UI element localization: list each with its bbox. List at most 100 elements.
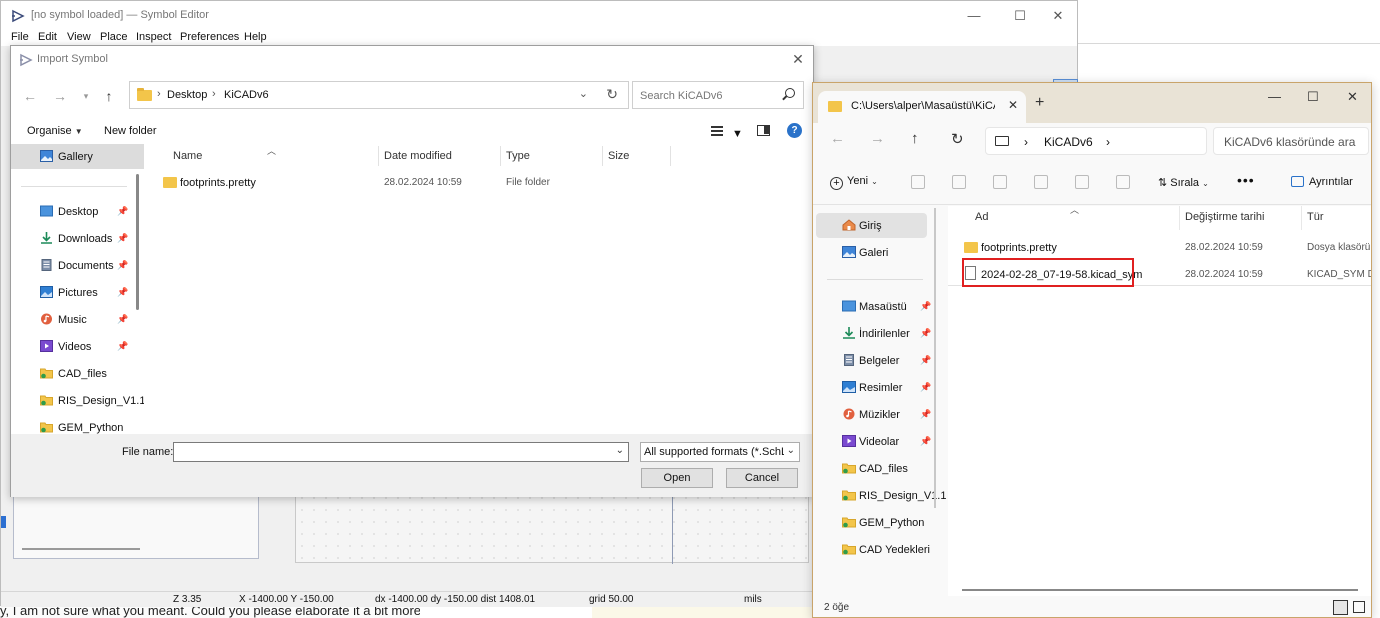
pin-icon[interactable]: 📌: [117, 287, 128, 298]
preview-pane-icon[interactable]: [757, 125, 770, 136]
cut-icon[interactable]: [911, 175, 925, 189]
sidebar-scrollbar[interactable]: [136, 174, 139, 310]
forward-arrow-icon[interactable]: →: [870, 130, 885, 147]
column-header-date[interactable]: Değiştirme tarihi: [1185, 211, 1264, 223]
file-row-name[interactable]: footprints.pretty: [180, 177, 256, 189]
column-header-date[interactable]: Date modified: [384, 150, 452, 162]
menu-preferences[interactable]: Preferences: [180, 31, 239, 43]
sidebar-item-pictures[interactable]: Pictures 📌: [11, 280, 144, 305]
pin-icon[interactable]: 📌: [920, 355, 931, 366]
panel-scrollbar[interactable]: [22, 548, 140, 550]
file-row[interactable]: footprints.pretty 28.02.2024 10:59 Dosya…: [948, 234, 1371, 259]
dialog-close-button[interactable]: ✕: [789, 50, 807, 68]
view-list-icon[interactable]: [711, 126, 723, 136]
sidebar-item-home[interactable]: Giriş: [816, 213, 927, 238]
chevron-down-icon[interactable]: ⌄: [579, 87, 588, 100]
pin-icon[interactable]: 📌: [920, 328, 931, 339]
sidebar-item-gallery[interactable]: Galeri: [816, 240, 927, 265]
explorer-search-input[interactable]: KiCADv6 klasöründe ara: [1213, 127, 1369, 155]
pin-icon[interactable]: 📌: [117, 341, 128, 352]
menu-edit[interactable]: Edit: [38, 31, 57, 43]
sidebar-item-gem-python[interactable]: GEM_Python: [11, 415, 144, 434]
sidebar-item-pictures[interactable]: Resimler 📌: [816, 375, 931, 400]
column-separator[interactable]: [1301, 206, 1302, 230]
sidebar-item-music[interactable]: Müzikler 📌: [816, 402, 931, 427]
column-header-name[interactable]: Name: [173, 150, 202, 162]
sidebar-item-videos[interactable]: Videolar 📌: [816, 429, 931, 454]
explorer-tab[interactable]: C:\Users\alper\Masaüstü\KiCA ✕: [818, 91, 1026, 123]
back-arrow-icon[interactable]: ←: [21, 87, 39, 105]
recent-chevron-icon[interactable]: ▾: [77, 87, 95, 105]
menu-view[interactable]: View: [67, 31, 91, 43]
up-arrow-icon[interactable]: ↑: [100, 87, 118, 105]
sidebar-item-cad-files[interactable]: CAD_files: [816, 456, 927, 481]
refresh-icon[interactable]: ↻: [606, 86, 618, 103]
details-pane-button[interactable]: Ayrıntılar: [1291, 176, 1353, 188]
drawing-canvas[interactable]: [295, 491, 809, 564]
explorer-address-bar[interactable]: › KiCADv6 ›: [985, 127, 1207, 155]
sidebar-item-ris-design[interactable]: RIS_Design_V1.1: [11, 388, 144, 413]
sidebar-item-cad-files[interactable]: CAD_files: [11, 361, 144, 386]
column-separator[interactable]: [1179, 206, 1180, 230]
delete-icon[interactable]: [1116, 175, 1130, 189]
sort-button[interactable]: ⇅ Sırala ⌄: [1158, 176, 1209, 189]
column-header-type[interactable]: Type: [506, 150, 530, 162]
column-header-name[interactable]: Ad: [975, 211, 988, 223]
pin-icon[interactable]: 📌: [117, 314, 128, 325]
chevron-down-icon[interactable]: ▼: [732, 128, 743, 140]
forward-arrow-icon[interactable]: →: [51, 87, 69, 105]
breadcrumb-kicadv6[interactable]: KiCADv6: [1044, 135, 1093, 149]
minimize-button[interactable]: —: [951, 1, 997, 30]
sidebar-item-ris-design[interactable]: RIS_Design_V1.1: [816, 483, 946, 508]
more-options-button[interactable]: •••: [1237, 172, 1255, 188]
tab-close-button[interactable]: ✕: [1008, 98, 1018, 112]
refresh-icon[interactable]: ↻: [951, 130, 964, 148]
sidebar-item-desktop[interactable]: Masaüstü 📌: [816, 294, 931, 319]
close-button[interactable]: ✕: [1347, 89, 1358, 105]
paste-icon[interactable]: [993, 175, 1007, 189]
details-view-icon[interactable]: [1333, 600, 1348, 615]
sidebar-item-downloads[interactable]: Downloads 📌: [11, 226, 144, 251]
maximize-button[interactable]: ☐: [1307, 89, 1319, 105]
menu-place[interactable]: Place: [100, 31, 128, 43]
column-header-size[interactable]: Size: [608, 150, 629, 162]
pin-icon[interactable]: 📌: [117, 260, 128, 271]
sidebar-item-documents[interactable]: Documents 📌: [11, 253, 144, 278]
new-tab-button[interactable]: +: [1035, 94, 1044, 112]
breadcrumb-desktop[interactable]: Desktop: [167, 89, 207, 101]
column-header-type[interactable]: Tür: [1307, 211, 1324, 223]
sidebar-item-gallery[interactable]: Gallery: [11, 144, 144, 169]
up-arrow-icon[interactable]: ↑: [911, 130, 919, 147]
column-separator[interactable]: [500, 146, 501, 166]
breadcrumb-kicadv6[interactable]: KiCADv6: [224, 89, 269, 101]
rename-icon[interactable]: [1034, 175, 1048, 189]
organise-button[interactable]: Organise ▼: [27, 125, 83, 137]
sidebar-item-videos[interactable]: Videos 📌: [11, 334, 144, 359]
pin-icon[interactable]: 📌: [117, 206, 128, 217]
chevron-down-icon[interactable]: ⌄: [616, 445, 624, 456]
horizontal-scrollbar[interactable]: [962, 589, 1358, 591]
share-icon[interactable]: [1075, 175, 1089, 189]
copy-icon[interactable]: [952, 175, 966, 189]
sidebar-item-cad-backups[interactable]: CAD Yedekleri: [816, 537, 930, 562]
pin-icon[interactable]: 📌: [920, 436, 931, 447]
file-type-filter[interactable]: All supported formats (*.SchLib ⌄: [640, 442, 800, 462]
dialog-search-input[interactable]: Search KiCADv6: [632, 81, 804, 109]
dialog-address-bar[interactable]: › Desktop › KiCADv6 ⌄ ↻: [129, 81, 629, 109]
pin-icon[interactable]: 📌: [920, 382, 931, 393]
new-folder-button[interactable]: New folder: [104, 125, 157, 137]
sidebar-item-downloads[interactable]: İndirilenler 📌: [816, 321, 931, 346]
pin-icon[interactable]: 📌: [920, 301, 931, 312]
menu-file[interactable]: File: [11, 31, 29, 43]
tiles-view-icon[interactable]: [1353, 601, 1365, 613]
sidebar-item-documents[interactable]: Belgeler 📌: [816, 348, 931, 373]
cancel-button[interactable]: Cancel: [726, 468, 798, 488]
file-name-input[interactable]: ⌄: [173, 442, 629, 462]
menu-inspect[interactable]: Inspect: [136, 31, 171, 43]
column-separator[interactable]: [670, 146, 671, 166]
pin-icon[interactable]: 📌: [920, 409, 931, 420]
open-button[interactable]: Open: [641, 468, 713, 488]
back-arrow-icon[interactable]: ←: [830, 130, 845, 147]
menu-help[interactable]: Help: [244, 31, 267, 43]
sidebar-item-gem-python[interactable]: GEM_Python: [816, 510, 927, 535]
